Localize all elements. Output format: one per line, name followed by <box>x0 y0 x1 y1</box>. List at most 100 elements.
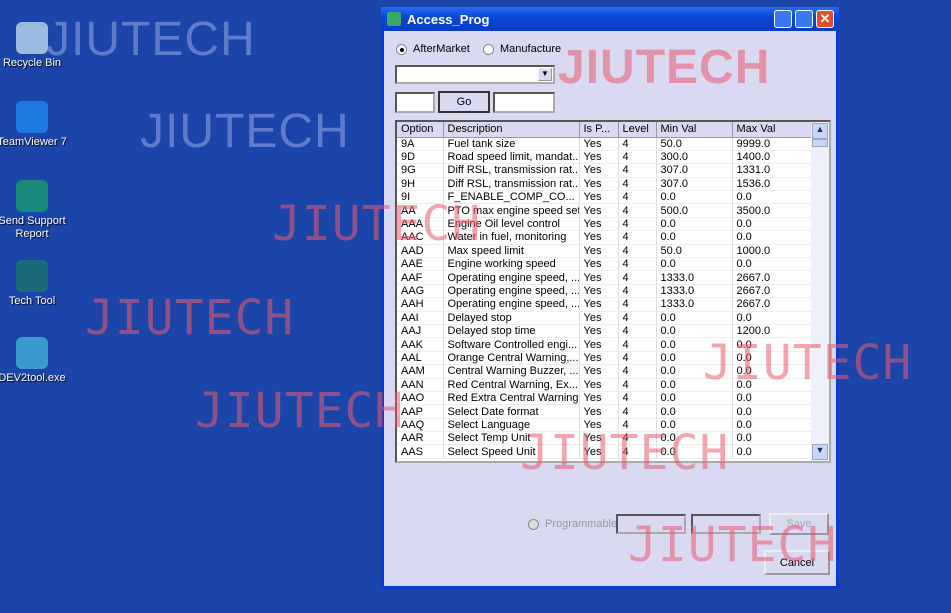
table-row[interactable]: 9H Diff RSL, transmission rat... Yes 4 307.0… <box>397 177 812 192</box>
table-row[interactable]: 9A Fuel tank size Yes 4 50.0 9999.0 <box>397 137 812 151</box>
cell-option: AAR <box>397 431 444 446</box>
window-title: Access_Prog <box>407 11 490 27</box>
options-table[interactable]: Option Description Is P... Level Min Val Max … <box>395 120 831 463</box>
cell-option: AAE <box>397 257 444 272</box>
desktop-icon[interactable]: TeamViewer 7 <box>0 101 68 149</box>
go-button[interactable]: Go <box>438 91 490 113</box>
table-row[interactable]: AAA Engine Oil level control Yes 4 0.0 0.0 <box>397 217 812 232</box>
table-row[interactable]: AAD Max speed limit Yes 4 50.0 1000.0 <box>397 244 812 259</box>
cell-description: Fuel tank size <box>443 137 580 151</box>
close-button[interactable]: ✕ <box>816 10 834 28</box>
table-row[interactable]: AAJ Delayed stop time Yes 4 0.0 1200.0 <box>397 324 812 339</box>
cell-level: 4 <box>618 137 657 151</box>
cell-min-val: 307.0 <box>656 163 733 178</box>
table-row[interactable]: AAC Water in fuel, monitoring Yes 4 0.0 0.0 <box>397 230 812 245</box>
table-row[interactable]: 9G Diff RSL, transmission rat... Yes 4 307.0… <box>397 163 812 178</box>
radio-manufacture[interactable]: Manufacture <box>483 43 561 55</box>
option-dropdown[interactable]: ▼ <box>395 65 555 84</box>
cell-description: Select Language <box>443 418 580 433</box>
table-row[interactable]: AAN Red Central Warning, Ex... Yes 4 0.0 0.0 <box>397 378 812 392</box>
cell-max-val: 0.0 <box>732 418 812 433</box>
cell-max-val: 1200.0 <box>732 324 812 339</box>
radio-programmable[interactable]: Programmable <box>528 518 617 530</box>
cell-option: AAN <box>397 378 444 392</box>
value-field-2[interactable] <box>691 514 761 534</box>
table-row[interactable]: AA PTO max engine speed set Yes 4 500.0 3500.… <box>397 203 812 218</box>
table-row[interactable]: AAK Software Controlled engi... Yes 4 0.0 0.0 <box>397 337 812 352</box>
column-header-min-val[interactable]: Min Val <box>656 122 733 138</box>
table-row[interactable]: AAI Delayed stop Yes 4 0.0 0.0 <box>397 311 812 325</box>
table-row[interactable]: AAE Engine working speed Yes 4 0.0 0.0 <box>397 257 812 272</box>
desktop-icon[interactable]: Send Support Report <box>0 180 68 241</box>
vertical-scrollbar[interactable]: ▲ ▼ <box>811 122 829 461</box>
cell-description: F_ENABLE_COMP_CO... <box>443 190 580 205</box>
chevron-down-icon[interactable]: ▼ <box>538 68 552 81</box>
cell-level: 4 <box>618 270 657 285</box>
scroll-thumb[interactable] <box>812 139 828 147</box>
radio-aftermarket[interactable]: AfterMarket <box>396 43 470 55</box>
cell-option: AAF <box>397 270 444 285</box>
result-input[interactable] <box>493 92 555 113</box>
desktop-icon[interactable]: Recycle Bin <box>0 22 68 70</box>
cell-description: Red Central Warning, Ex... <box>443 378 580 392</box>
cell-max-val: 0.0 <box>732 444 812 459</box>
column-header-max-val[interactable]: Max Val <box>732 122 812 138</box>
watermark: JIUTECH <box>140 105 350 158</box>
cell-description: Delayed stop time <box>443 324 580 339</box>
watermark: JIUTECH <box>85 290 295 346</box>
radio-icon <box>396 43 407 55</box>
tech-tool-icon <box>16 260 48 292</box>
table-row[interactable]: AAS Select Speed Unit Yes 4 0.0 0.0 <box>397 444 812 459</box>
cell-max-val: 1536.0 <box>732 177 812 192</box>
table-row[interactable]: AAH Operating engine speed, ... Yes 4 1333.0… <box>397 297 812 312</box>
table-row[interactable]: 9D Road speed limit, mandat... Yes 4 300.0 14… <box>397 150 812 165</box>
cell-option: AAQ <box>397 418 444 433</box>
table-row[interactable]: AAL Orange Central Warning,... Yes 4 0.0 0.0 <box>397 351 812 366</box>
cell-is-programmable: Yes <box>579 431 619 446</box>
cell-level: 4 <box>618 244 657 259</box>
column-header-option[interactable]: Option <box>397 122 444 138</box>
cell-option: AAJ <box>397 324 444 339</box>
cell-description: Delayed stop <box>443 311 580 325</box>
watermark: JIUTECH <box>46 13 256 66</box>
radio-label: AfterMarket <box>413 43 470 55</box>
cell-min-val: 0.0 <box>656 431 733 446</box>
table-row[interactable]: AAR Select Temp Unit Yes 4 0.0 0.0 <box>397 431 812 446</box>
cell-max-val: 0.0 <box>732 378 812 392</box>
desktop-icon[interactable]: Tech Tool <box>0 260 68 308</box>
table-row[interactable]: AAM Central Warning Buzzer, ... Yes 4 0.0 0.0 <box>397 364 812 379</box>
table-row[interactable]: AAF Operating engine speed, ... Yes 4 1333.0… <box>397 270 812 285</box>
access-prog-window: Access_Prog ✕ AfterMarket Manufacture ▼ … <box>381 7 839 589</box>
title-bar[interactable]: Access_Prog ✕ <box>381 7 839 31</box>
table-row[interactable]: AAG Operating engine speed, ... Yes 4 1333.0… <box>397 284 812 299</box>
maximize-button[interactable] <box>795 10 813 28</box>
cell-level: 4 <box>618 284 657 299</box>
cell-level: 4 <box>618 404 657 419</box>
cell-is-programmable: Yes <box>579 378 619 392</box>
column-header-level[interactable]: Level <box>618 122 657 138</box>
table-row[interactable]: AAQ Select Language Yes 4 0.0 0.0 <box>397 418 812 433</box>
table-row[interactable]: 9I F_ENABLE_COMP_CO... Yes 4 0.0 0.0 <box>397 190 812 205</box>
cell-min-val: 1333.0 <box>656 297 733 312</box>
column-header-description[interactable]: Description <box>443 122 580 138</box>
cell-min-val: 50.0 <box>656 137 733 151</box>
save-button[interactable]: Save <box>769 513 829 535</box>
radio-label: Manufacture <box>500 43 562 55</box>
column-header-is-programmable[interactable]: Is P... <box>579 122 619 138</box>
scroll-up-icon[interactable]: ▲ <box>812 123 828 139</box>
cell-level: 4 <box>618 297 657 312</box>
cell-option: AAL <box>397 351 444 366</box>
table-row[interactable]: AAO Red Extra Central Warning Yes 4 0.0 0.0 <box>397 391 812 406</box>
code-input[interactable] <box>395 92 435 113</box>
cell-is-programmable: Yes <box>579 257 619 272</box>
desktop-icon[interactable]: DEV2tool.exe <box>0 337 68 385</box>
cell-min-val: 0.0 <box>656 337 733 352</box>
minimize-button[interactable] <box>774 10 792 28</box>
cancel-button[interactable]: Cancel <box>764 550 830 575</box>
cell-max-val: 0.0 <box>732 364 812 379</box>
cell-level: 4 <box>618 431 657 446</box>
value-field-1[interactable] <box>616 514 686 534</box>
scroll-down-icon[interactable]: ▼ <box>812 444 828 460</box>
table-row[interactable]: AAP Select Date format Yes 4 0.0 0.0 <box>397 404 812 419</box>
cell-description: Operating engine speed, ... <box>443 284 580 299</box>
